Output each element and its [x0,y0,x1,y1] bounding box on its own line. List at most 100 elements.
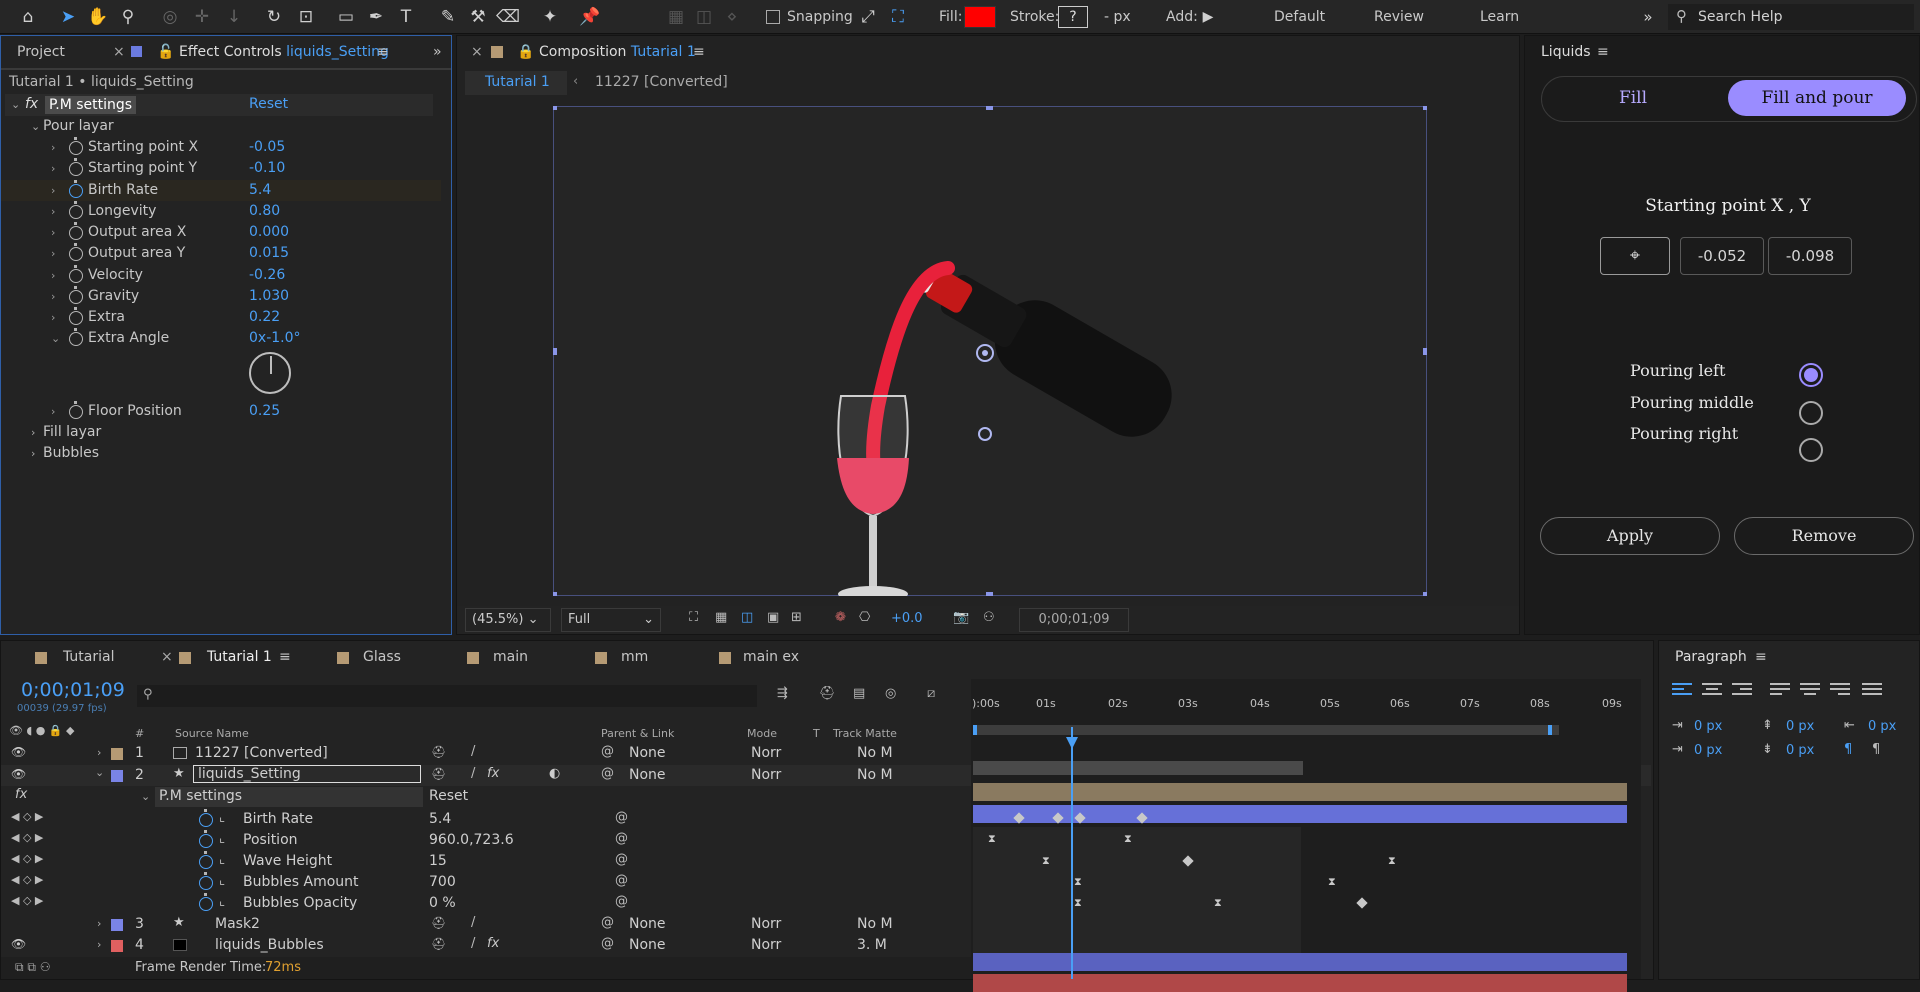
effect-prop-value[interactable]: 0 % [429,895,456,911]
panel-expand-icon[interactable]: » [433,44,442,60]
effect-prop-value[interactable]: 15 [429,853,447,869]
hold-keyframe[interactable]: ⧗ [1074,876,1084,887]
twirl-icon[interactable]: › [51,243,55,264]
add-play-icon[interactable]: ▶ [1196,5,1220,29]
twirl-icon[interactable]: › [51,307,55,328]
keyframe-nav-icon[interactable]: ◀ ◇ ▶ [11,810,43,823]
prop-value[interactable]: -0.05 [249,137,285,158]
hand-tool-icon[interactable]: ✋ [86,5,110,29]
graph-icon[interactable]: ⌞ [219,810,225,825]
space-after-value[interactable]: 0 px [1786,743,1814,758]
layer-name[interactable]: liquids_Bubbles [215,937,324,953]
expression-pickwhip-icon[interactable]: @ [615,873,628,888]
shy-switch-icon[interactable]: ⛑ [431,767,446,781]
prop-value[interactable]: 0x-1.0° [249,328,301,349]
exposure-value[interactable]: +0.0 [891,611,923,626]
prop-row[interactable]: › Starting point Y -0.10 [1,158,441,179]
hold-keyframe[interactable]: ⧗ [1214,897,1224,908]
workspace-review[interactable]: Review [1374,9,1424,25]
paragraph-title[interactable]: Paragraph [1675,649,1747,665]
layer-name[interactable]: 11227 [Converted] [195,745,328,761]
comp-viewer[interactable] [550,103,1430,602]
hold-keyframe[interactable]: ⧗ [1042,855,1052,866]
twirl-icon[interactable]: › [51,137,55,158]
pan-tool-icon[interactable]: ✛ [190,5,214,29]
color-management-icon[interactable]: ⎔ [859,610,870,625]
timeline-effect-reset[interactable]: Reset [429,788,468,804]
rtl-direction-icon[interactable]: ¶ [1872,742,1880,757]
hold-keyframe[interactable]: ⧗ [1124,833,1134,844]
pickwhip-icon[interactable]: @ [601,936,614,951]
parent-select[interactable]: None [629,767,666,783]
orbit-tool-icon[interactable]: ◎ [158,5,182,29]
comp-breadcrumb-active[interactable]: Tutarial 1 [465,71,567,95]
distribute-icon[interactable]: ◫ [692,5,716,29]
twirl-icon[interactable]: › [51,158,55,179]
tab-mm[interactable]: mm [621,649,648,665]
workspace-overflow-icon[interactable]: » [1636,5,1660,29]
align-left-icon[interactable] [1672,683,1692,699]
quality-switch-icon[interactable]: / [471,915,475,930]
snapping-checkbox[interactable] [766,10,780,24]
puppet-pin-icon[interactable]: 📌 [578,5,602,29]
prop-value[interactable]: 0.25 [249,401,280,422]
tab-main[interactable]: main [493,649,528,665]
anchor-tool-icon[interactable]: ⊡ [294,5,318,29]
starting-y-input[interactable]: -0.098 [1768,237,1852,275]
pickwhip-icon[interactable]: @ [601,915,614,930]
parent-select[interactable]: None [629,745,666,761]
expression-pickwhip-icon[interactable]: @ [615,894,628,909]
twirl-icon[interactable]: › [51,286,55,307]
prop-row[interactable]: › Output area X 0.000 [1,222,441,243]
twirl-icon[interactable]: › [97,917,101,930]
stopwatch-active-icon[interactable] [199,830,213,848]
stopwatch-icon[interactable] [69,328,83,346]
effect-reset-link[interactable]: Reset [249,94,288,115]
expression-pickwhip-icon[interactable]: @ [615,831,628,846]
group-fill-layar[interactable]: Fill layar [43,422,101,443]
workspace-learn[interactable]: Learn [1480,9,1519,25]
hold-keyframe[interactable]: ⧗ [1388,855,1398,866]
work-area-start[interactable] [973,725,977,735]
shy-switch-icon[interactable]: ⛑ [431,937,446,951]
eye-icon[interactable]: 👁 [11,745,26,759]
tab-composition[interactable]: Composition Tutarial 1 [539,44,696,60]
eraser-tool-icon[interactable]: ⌫ [496,5,520,29]
first-line-indent-value[interactable]: 0 px [1694,743,1722,758]
timeline-effect-group[interactable]: P.M settings [159,788,242,804]
motion-blur-icon[interactable]: ◎ [885,686,896,701]
expression-pickwhip-icon[interactable]: @ [615,810,628,825]
twirl-icon[interactable]: › [51,180,55,201]
col-source-name[interactable]: Source Name [175,727,249,740]
prop-row[interactable]: › Output area Y 0.015 [1,243,441,264]
justify-left-icon[interactable] [1770,683,1790,699]
prop-row[interactable]: ⌄ Extra Angle 0x-1.0° [1,328,441,349]
space-before-value[interactable]: 0 px [1786,719,1814,734]
keyframe-nav-icon[interactable]: ◀ ◇ ▶ [11,852,43,865]
work-area-bar[interactable] [973,725,1559,735]
prop-value[interactable]: 0.000 [249,222,289,243]
justify-center-icon[interactable] [1800,683,1820,699]
keyframe-nav-icon[interactable]: ◀ ◇ ▶ [11,873,43,886]
parent-select[interactable]: None [629,916,666,932]
graph-icon[interactable]: ⌞ [219,852,225,867]
comp-mini-flowchart-icon[interactable]: ⇶ [777,686,788,701]
dolly-tool-icon[interactable]: ↓ [222,5,246,29]
show-snapshot-icon[interactable]: ⚇ [983,610,995,625]
stopwatch-icon[interactable] [69,137,83,155]
bubbles-expand-icon[interactable]: › [31,443,35,464]
shy-switch-icon[interactable]: ⛑ [431,916,446,930]
roto-brush-icon[interactable]: ✦ [538,5,562,29]
twirl-expanded-icon[interactable]: ⌄ [51,328,60,349]
stopwatch-icon[interactable] [69,401,83,419]
quality-switch-icon[interactable]: / [471,936,475,951]
tab-tutarial-1[interactable]: Tutarial 1 [207,649,272,665]
prop-row[interactable]: › Velocity -0.26 [1,265,441,286]
prop-row[interactable]: › Extra 0.22 [1,307,441,328]
col-mode[interactable]: Mode [747,727,777,740]
liquids-menu-icon[interactable]: ≡ [1597,44,1609,60]
stopwatch-icon[interactable] [69,201,83,219]
twirl-icon[interactable]: › [97,938,101,951]
comp-lock-icon[interactable]: 🔒 [517,44,534,60]
stopwatch-icon[interactable] [69,265,83,283]
